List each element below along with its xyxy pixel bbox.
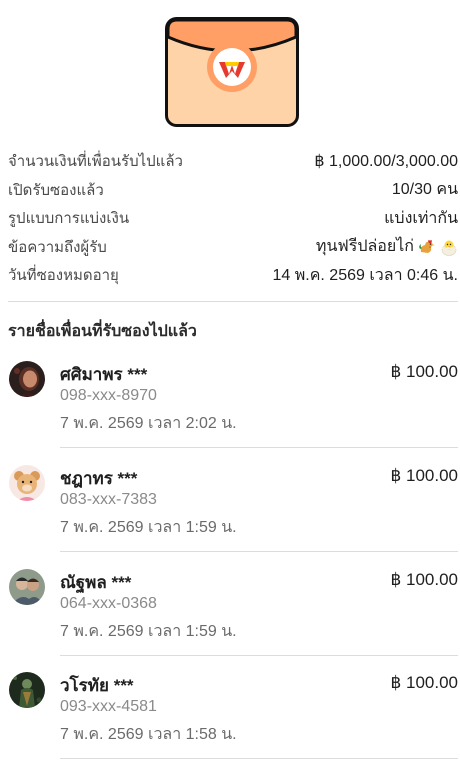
summary-value: ฿ 1,000.00/3,000.00 (314, 153, 458, 171)
friend-phone: 064-xxx-0368 (60, 595, 157, 612)
friend-list-item: ชฎาทร *** ฿ 100.00 083-xxx-7383 7 พ.ค. 2… (0, 465, 460, 569)
rooster-emoji-icon (418, 238, 436, 256)
summary-row-amount-received: จำนวนเงินที่เพื่อนรับไปแล้ว ฿ 1,000.00/3… (8, 147, 458, 176)
friend-received-time: 7 พ.ค. 2569 เวลา 2:02 น. (60, 415, 237, 432)
avatar (9, 361, 45, 397)
summary-value: 10/30 คน (391, 181, 458, 199)
friend-name: ณัฐพล *** (60, 573, 132, 592)
friend-phone: 098-xxx-8970 (60, 387, 157, 404)
summary-row-expiry: วันที่ซองหมดอายุ 14 พ.ค. 2569 เวลา 0:46 … (8, 261, 458, 290)
summary-value: 14 พ.ค. 2569 เวลา 0:46 น. (272, 266, 458, 284)
envelope-summary: จำนวนเงินที่เพื่อนรับไปแล้ว ฿ 1,000.00/3… (8, 147, 458, 290)
friend-phone: 093-xxx-4581 (60, 698, 157, 715)
avatar (9, 569, 45, 605)
friend-phone: 083-xxx-7383 (60, 491, 157, 508)
friend-list-item: ณัฐพล *** ฿ 100.00 064-xxx-0368 7 พ.ค. 2… (0, 569, 460, 673)
summary-label: เปิดรับซองแล้ว (8, 181, 104, 199)
summary-value-message: ทุนฟรีปล่อยไก่ (316, 234, 458, 259)
message-text: ทุนฟรีปล่อยไก่ (315, 238, 414, 256)
friend-received-time: 7 พ.ค. 2569 เวลา 1:58 น. (60, 726, 237, 743)
summary-label: วันที่ซองหมดอายุ (8, 267, 119, 285)
avatar (9, 672, 45, 708)
summary-value: แบ่งเท่ากัน (384, 209, 458, 227)
friend-amount: ฿ 100.00 (390, 362, 458, 381)
friend-name: วโรทัย *** (60, 676, 134, 695)
summary-label: ข้อความถึงผู้รับ (8, 238, 107, 256)
row-divider (60, 447, 458, 448)
friend-list-item: ศศิมาพร *** ฿ 100.00 098-xxx-8970 7 พ.ค.… (0, 361, 460, 465)
hatching-chick-emoji-icon (440, 238, 458, 256)
friend-name: ศศิมาพร *** (60, 365, 148, 384)
summary-label: จำนวนเงินที่เพื่อนรับไปแล้ว (8, 153, 183, 171)
avatar (9, 465, 45, 501)
friend-list-item: วโรทัย *** ฿ 100.00 093-xxx-4581 7 พ.ค. … (0, 672, 460, 761)
friend-amount: ฿ 100.00 (390, 673, 458, 692)
summary-row-message: ข้อความถึงผู้รับ ทุนฟรีปล่อยไก่ (8, 233, 458, 262)
section-divider (8, 301, 458, 302)
row-divider (60, 758, 458, 759)
summary-label: รูปแบบการแบ่งเงิน (8, 210, 130, 228)
friend-received-time: 7 พ.ค. 2569 เวลา 1:59 น. (60, 519, 237, 536)
row-divider (60, 655, 458, 656)
envelope-icon (165, 17, 299, 127)
friend-amount: ฿ 100.00 (390, 570, 458, 589)
friend-name: ชฎาทร *** (60, 469, 138, 488)
friends-section-title: รายชื่อเพื่อนที่รับซองไปแล้ว (8, 323, 197, 340)
summary-row-split-mode: รูปแบบการแบ่งเงิน แบ่งเท่ากัน (8, 204, 458, 233)
friend-amount: ฿ 100.00 (390, 466, 458, 485)
friend-received-time: 7 พ.ค. 2569 เวลา 1:59 น. (60, 623, 237, 640)
row-divider (60, 551, 458, 552)
summary-row-opened-count: เปิดรับซองแล้ว 10/30 คน (8, 176, 458, 205)
